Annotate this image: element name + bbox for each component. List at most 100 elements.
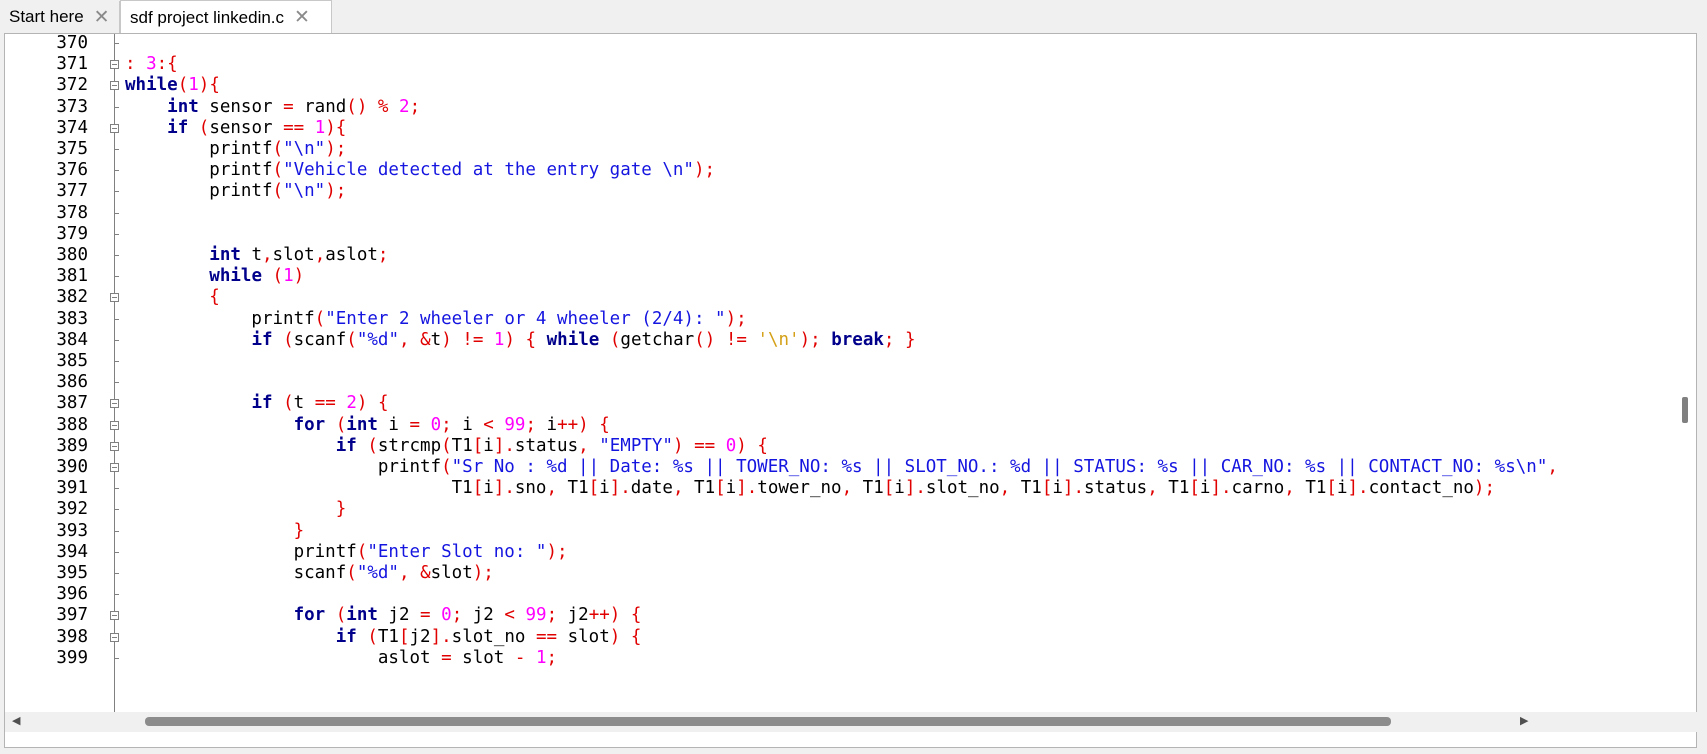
vertical-scrollbar[interactable]: [1675, 34, 1696, 712]
code-line: if (scanf("%d", &t) != 1) { while (getch…: [251, 329, 916, 350]
code-line: for (int j2 = 0; j2 < 99; j2++) {: [293, 605, 642, 626]
tab-sdf-project[interactable]: sdf project linkedin.c ✕: [120, 0, 332, 34]
line-number: 379: [56, 223, 88, 244]
code-line: printf("Enter 2 wheeler or 4 wheeler (2/…: [125, 308, 747, 329]
fold-margin: [104, 34, 123, 712]
line-number: 385: [56, 351, 88, 371]
line-number: 384: [56, 329, 88, 350]
fold-guide-tick: [114, 106, 119, 108]
fold-toggle-icon[interactable]: [110, 420, 119, 430]
tab-label: sdf project linkedin.c: [130, 7, 285, 27]
code-line: int sensor = rand() % 2;: [167, 96, 421, 117]
tab-bar: Start here ✕ sdf project linkedin.c ✕: [0, 0, 1707, 34]
line-number: 383: [56, 308, 88, 329]
fold-guide-tick: [114, 361, 119, 362]
code-line: }: [335, 499, 347, 520]
fold-guide-tick: [114, 657, 119, 659]
line-number: 377: [56, 181, 88, 202]
fold-guide-tick: [114, 233, 119, 235]
scrollbar-corner: [1677, 712, 1697, 732]
fold-guide-tick: [114, 551, 119, 553]
fold-toggle-icon[interactable]: [110, 81, 119, 91]
fold-guide-tick: [114, 170, 119, 172]
fold-guide-tick: [114, 509, 119, 511]
code-line: printf("Sr No : %d || Date: %s || TOWER_…: [125, 457, 1558, 477]
code-line: printf("Enter Slot no: ");: [125, 541, 568, 562]
code-text-area[interactable]: : 3:{while(1){ int sensor = rand() % 2; …: [123, 34, 1677, 712]
code-line: printf("\n");: [125, 139, 347, 159]
code-line: while (1): [209, 266, 305, 287]
fold-guide-tick: [114, 488, 119, 490]
line-number: 378: [56, 202, 88, 223]
line-number: 380: [56, 245, 88, 265]
fold-toggle-icon[interactable]: [110, 60, 119, 70]
code-line: : 3:{: [125, 54, 178, 75]
horizontal-scroll-thumb[interactable]: [145, 717, 1391, 726]
tab-start-here[interactable]: Start here ✕: [0, 1, 120, 33]
fold-guide-tick: [114, 339, 119, 341]
line-number: 390: [56, 457, 88, 477]
line-number: 392: [56, 499, 88, 520]
close-icon[interactable]: ✕: [294, 8, 310, 27]
fold-guide-tick: [114, 382, 119, 384]
line-number: 399: [56, 647, 88, 668]
fold-toggle-icon[interactable]: [110, 463, 119, 472]
line-number: 396: [56, 584, 88, 605]
line-number: 374: [56, 117, 88, 138]
line-number: 376: [56, 160, 88, 181]
line-number: 372: [56, 75, 88, 96]
fold-guide-tick: [114, 318, 119, 320]
line-number: 393: [56, 520, 88, 541]
code-line: if (strcmp(T1[i].status, "EMPTY") == 0) …: [335, 435, 768, 456]
fold-guide-tick: [114, 149, 119, 150]
line-number: 394: [56, 541, 88, 562]
line-number: 373: [56, 96, 88, 117]
fold-guide-tick: [114, 191, 119, 193]
fold-guide-tick: [114, 594, 119, 596]
fold-guide-tick: [114, 43, 119, 44]
fold-guide-line: [114, 34, 115, 712]
code-editor[interactable]: 370 371 372 373 374 375 376 377 378 379 380 381 382 3…: [4, 33, 1697, 748]
fold-toggle-icon[interactable]: [110, 123, 119, 133]
line-number: 386: [56, 372, 88, 393]
code-line: printf("Vehicle detected at the entry ga…: [125, 160, 716, 181]
line-number: 382: [56, 287, 88, 308]
line-number: 388: [56, 414, 88, 435]
line-number: 381: [56, 266, 88, 287]
fold-guide-tick: [114, 573, 119, 574]
code-line: printf("\n");: [125, 181, 347, 202]
code-line: T1[i].sno, T1[i].date, T1[i].tower_no, T…: [125, 478, 1495, 499]
fold-guide-tick: [114, 255, 119, 256]
vertical-scroll-thumb[interactable]: [1682, 397, 1688, 423]
code-line: {: [209, 287, 220, 308]
line-number: 387: [56, 393, 88, 414]
tab-label: Start here: [9, 7, 84, 26]
fold-toggle-icon[interactable]: [110, 293, 119, 303]
line-number: 397: [56, 605, 88, 626]
code-line: int t,slot,aslot;: [209, 245, 389, 265]
code-line: for (int i = 0; i < 99; i++) {: [293, 414, 610, 435]
fold-toggle-icon[interactable]: [110, 632, 119, 642]
line-number: 395: [56, 563, 88, 583]
scroll-left-arrow-icon[interactable]: ◀: [12, 716, 20, 727]
fold-toggle-icon[interactable]: [110, 611, 119, 621]
fold-guide-tick: [114, 530, 119, 532]
fold-toggle-icon[interactable]: [110, 399, 119, 409]
code-line: aslot = slot - 1;: [125, 647, 558, 668]
line-number: 398: [56, 626, 88, 647]
line-number: 391: [56, 478, 88, 499]
fold-guide-tick: [114, 276, 119, 278]
code-line: }: [293, 520, 305, 541]
code-line: scanf("%d", &slot);: [125, 563, 494, 583]
line-number: 375: [56, 139, 88, 159]
line-number: 389: [56, 435, 88, 456]
code-line: if (sensor == 1){: [167, 117, 347, 138]
code-line: if (T1[j2].slot_no == slot) {: [335, 626, 642, 647]
close-icon[interactable]: ✕: [94, 8, 110, 27]
line-number: 371: [56, 54, 88, 75]
scroll-right-arrow-icon[interactable]: ▶: [1520, 716, 1528, 727]
fold-toggle-icon[interactable]: [110, 441, 119, 451]
fold-guide-tick: [114, 212, 119, 214]
horizontal-scrollbar[interactable]: ◀ ▶: [5, 712, 1677, 732]
code-line: if (t == 2) {: [251, 393, 389, 414]
